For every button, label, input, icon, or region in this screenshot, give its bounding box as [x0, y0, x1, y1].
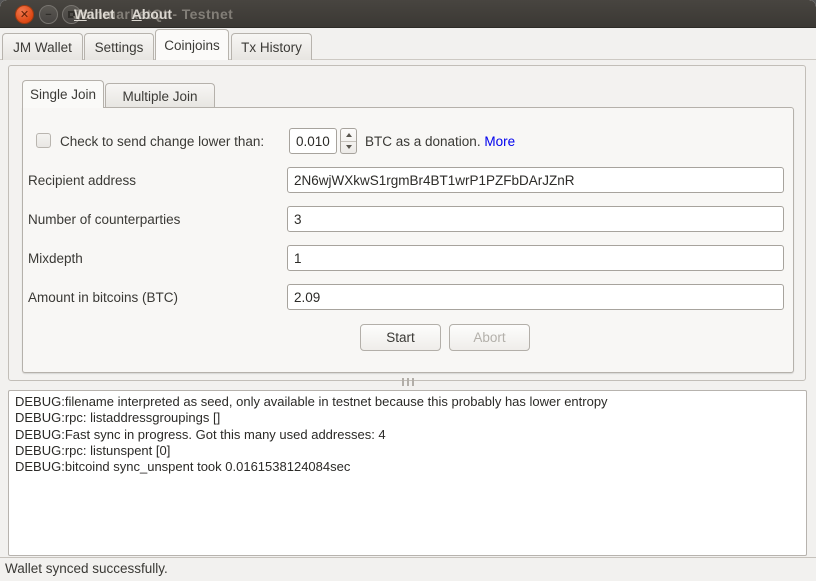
close-icon: ✕ — [20, 8, 29, 21]
menubar: Wallet About — [74, 6, 185, 22]
log-line: DEBUG:Fast sync in progress. Got this ma… — [15, 427, 800, 443]
tab-multiple-join[interactable]: Multiple Join — [105, 83, 215, 108]
donation-suffix-text: BTC as a donation. — [365, 134, 481, 149]
donation-checkbox[interactable] — [36, 133, 51, 148]
app-window: ✕ − JoinmarketQt - Testnet Wallet About … — [0, 0, 816, 581]
counterparties-input[interactable] — [287, 206, 784, 232]
spin-down-button[interactable] — [341, 142, 356, 154]
statusbar-separator — [0, 557, 816, 558]
debug-log[interactable]: DEBUG:filename interpreted as seed, only… — [8, 390, 807, 556]
abort-button[interactable]: Abort — [449, 324, 530, 351]
tab-tx-history-label: Tx History — [241, 40, 302, 55]
minimize-button[interactable]: − — [39, 5, 58, 24]
menu-wallet[interactable]: Wallet — [74, 6, 115, 22]
donation-amount-spinbox[interactable] — [289, 128, 337, 154]
tab-jm-wallet[interactable]: JM Wallet — [2, 33, 83, 60]
abort-button-label: Abort — [473, 330, 505, 345]
tab-jm-wallet-label: JM Wallet — [13, 40, 72, 55]
statusbar-message: Wallet synced successfully. — [5, 561, 168, 576]
menu-about[interactable]: About — [132, 6, 172, 22]
start-button[interactable]: Start — [360, 324, 441, 351]
chevron-down-icon — [346, 145, 352, 149]
log-line: DEBUG:bitcoind sync_unspent took 0.01615… — [15, 459, 800, 475]
donation-checkbox-label: Check to send change lower than: — [60, 134, 264, 149]
donation-suffix: BTC as a donation. More — [365, 134, 515, 149]
log-line: DEBUG:filename interpreted as seed, only… — [15, 394, 800, 410]
tab-settings-label: Settings — [95, 40, 144, 55]
spin-up-button[interactable] — [341, 129, 356, 142]
mixdepth-input[interactable] — [287, 245, 784, 271]
recipient-address-input[interactable] — [287, 167, 784, 193]
tab-single-join-label: Single Join — [30, 87, 96, 102]
log-line: DEBUG:rpc: listunspent [0] — [15, 443, 800, 459]
tab-single-join[interactable]: Single Join — [22, 80, 104, 108]
start-button-label: Start — [386, 330, 415, 345]
chevron-up-icon — [346, 133, 352, 137]
splitter-handle[interactable] — [0, 376, 816, 388]
tab-coinjoins-label: Coinjoins — [164, 38, 220, 53]
log-line: DEBUG:rpc: listaddressgroupings [] — [15, 410, 800, 426]
amount-btc-label: Amount in bitcoins (BTC) — [28, 290, 178, 305]
close-button[interactable]: ✕ — [15, 5, 34, 24]
counterparties-label: Number of counterparties — [28, 212, 180, 227]
tab-tx-history[interactable]: Tx History — [231, 33, 312, 60]
minimize-icon: − — [45, 9, 51, 21]
more-link[interactable]: More — [484, 134, 515, 149]
tab-settings[interactable]: Settings — [84, 33, 154, 60]
tab-multiple-join-label: Multiple Join — [122, 89, 197, 104]
tab-coinjoins[interactable]: Coinjoins — [155, 29, 229, 60]
titlebar[interactable]: ✕ − JoinmarketQt - Testnet Wallet About — [0, 0, 816, 28]
amount-btc-input[interactable] — [287, 284, 784, 310]
donation-spinbox-arrows — [340, 128, 357, 154]
mixdepth-label: Mixdepth — [28, 251, 83, 266]
recipient-address-label: Recipient address — [28, 173, 136, 188]
